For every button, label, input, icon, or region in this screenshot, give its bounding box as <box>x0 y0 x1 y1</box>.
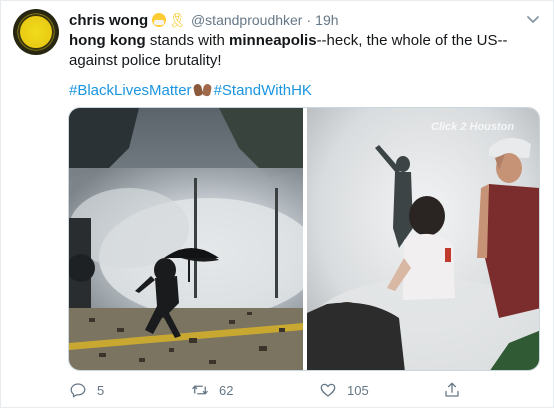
retweet-count: 62 <box>219 382 234 398</box>
right-photo: Click 2 Houston <box>307 108 539 370</box>
share-button[interactable] <box>443 379 471 401</box>
separator-dot: · <box>306 12 312 28</box>
retweet-button[interactable]: 62 <box>191 379 233 401</box>
like-count: 105 <box>347 382 369 398</box>
retweet-icon <box>192 385 208 395</box>
mask-emoji-icon <box>152 13 167 27</box>
left-photo <box>69 108 319 370</box>
heart-icon <box>320 383 336 397</box>
tweet-time[interactable]: 19h <box>315 12 338 28</box>
reply-button[interactable]: 5 <box>69 379 104 401</box>
watermark: Click 2 Houston <box>431 121 514 133</box>
media-divider <box>303 108 307 370</box>
avatar[interactable] <box>13 9 59 55</box>
tweet-text: hong kong stands with minneapolis--heck,… <box>69 31 539 71</box>
author-name[interactable]: chris wong <box>69 12 148 29</box>
reply-count: 5 <box>97 382 105 398</box>
reply-icon <box>70 383 86 398</box>
raised-hands-emoji-icon <box>192 83 212 97</box>
tweet-actions: 5 62 105 <box>69 379 539 401</box>
hashtags: #BlackLivesMatter #StandWithHK <box>69 81 312 101</box>
share-icon <box>445 382 459 397</box>
author-handle[interactable]: @standproudhker <box>191 12 303 28</box>
text-bold-minneapolis: minneapolis <box>229 32 317 49</box>
media-photos: Click 2 Houston <box>69 108 539 370</box>
text-plain-1: stands with <box>145 32 230 49</box>
avatar-ring <box>18 14 54 50</box>
ribbon-emoji-icon: 🎗 <box>168 12 186 28</box>
tweet-media[interactable]: Click 2 Houston <box>68 107 540 371</box>
text-bold-hongkong: hong kong <box>69 32 146 49</box>
chevron-down-icon[interactable] <box>525 11 541 27</box>
tweet-header: chris wong 🎗 @standproudhker · 19h <box>69 10 339 30</box>
hashtag-standwithhk[interactable]: #StandWithHK <box>214 82 312 99</box>
tweet-card[interactable]: chris wong 🎗 @standproudhker · 19h hong … <box>0 0 554 408</box>
like-button[interactable]: 105 <box>319 379 369 401</box>
hashtag-blacklivesmatter[interactable]: #BlackLivesMatter <box>69 82 192 99</box>
